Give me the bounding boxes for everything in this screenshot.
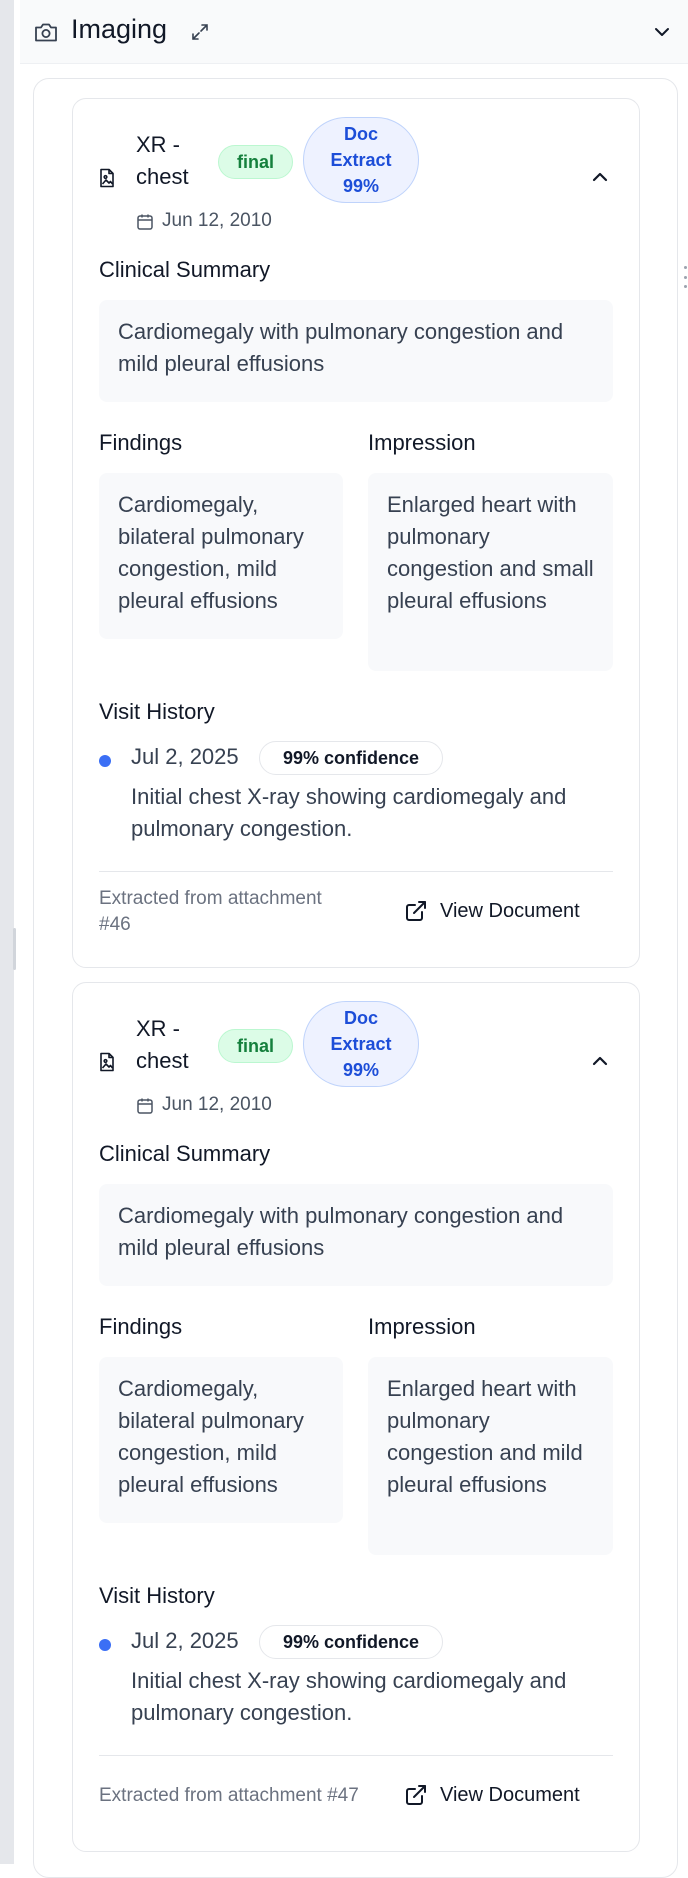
section-title: Imaging	[71, 14, 168, 44]
section-header[interactable]: Imaging	[20, 0, 688, 64]
impression-text: Enlarged heart with pulmonary congestion…	[368, 1357, 613, 1555]
source-badge-line: Extract	[330, 150, 392, 170]
report-title: XR -	[136, 1016, 180, 1041]
visit-history-label: Visit History	[99, 1583, 215, 1608]
left-panel-rail	[0, 0, 16, 1864]
expand-icon[interactable]	[190, 22, 210, 42]
findings-label: Findings	[99, 1314, 183, 1339]
source-badge-line: Extract	[330, 1034, 392, 1054]
impression-label: Impression	[368, 430, 476, 455]
divider	[99, 1755, 613, 1756]
source-badge-line: Doc	[343, 1008, 378, 1028]
chevron-up-icon[interactable]	[589, 1050, 611, 1072]
clinical-summary-label: Clinical Summary	[99, 257, 271, 282]
clinical-summary-text: Cardiomegaly with pulmonary congestion a…	[99, 1184, 613, 1286]
clinical-summary-label: Clinical Summary	[99, 1141, 271, 1166]
findings-label: Findings	[99, 430, 183, 455]
impression-text: Enlarged heart with pulmonary congestion…	[368, 473, 613, 671]
report-date: Jun 12, 2010	[162, 1094, 272, 1115]
timeline-dot	[99, 1639, 111, 1651]
more-options-icon[interactable]	[684, 266, 688, 288]
source-badge: Doc Extract 99%	[303, 117, 419, 203]
calendar-icon	[137, 214, 153, 230]
visit-date: Jul 2, 2025	[131, 1628, 239, 1653]
report-title: XR -	[136, 132, 180, 157]
chevron-down-icon[interactable]	[652, 22, 672, 42]
source-badge: Doc Extract 99%	[303, 1001, 419, 1087]
document-image-icon	[100, 1052, 114, 1072]
report-title-line2: chest	[136, 1048, 189, 1073]
source-badge-confidence: 99%	[342, 176, 380, 196]
calendar-icon	[137, 1098, 153, 1114]
visit-description: Initial chest X-ray showing cardiomegaly…	[131, 1668, 567, 1725]
imaging-report-card: XR - chest final Doc Extract 99% Jun 12,…	[72, 982, 640, 1852]
view-document-label: View Document	[440, 899, 580, 922]
findings-text: Cardiomegaly, bilateral pulmonary conges…	[99, 473, 343, 639]
view-document-button[interactable]: View Document	[404, 899, 580, 923]
source-badge-confidence: 99%	[342, 1060, 380, 1080]
clinical-summary-text: Cardiomegaly with pulmonary congestion a…	[99, 300, 613, 402]
resize-handle[interactable]	[13, 928, 16, 970]
report-title-line2: chest	[136, 164, 189, 189]
confidence-badge: 99% confidence	[259, 741, 443, 775]
extracted-source-text: Extracted from attachment #46	[99, 888, 322, 935]
report-date: Jun 12, 2010	[162, 210, 272, 231]
extracted-source-text: Extracted from attachment #47	[99, 1785, 359, 1806]
divider	[99, 871, 613, 872]
status-badge: final	[218, 145, 293, 179]
timeline-dot	[99, 755, 111, 767]
visit-history-label: Visit History	[99, 699, 215, 724]
visit-description: Initial chest X-ray showing cardiomegaly…	[131, 784, 567, 841]
status-badge: final	[218, 1029, 293, 1063]
view-document-label: View Document	[440, 1783, 580, 1806]
impression-label: Impression	[368, 1314, 476, 1339]
view-document-button[interactable]: View Document	[404, 1783, 580, 1807]
visit-date: Jul 2, 2025	[131, 744, 239, 769]
camera-icon	[35, 23, 57, 42]
imaging-report-card: XR - chest final Doc Extract 99% Jun 12,…	[72, 98, 640, 968]
chevron-up-icon[interactable]	[589, 166, 611, 188]
confidence-badge: 99% confidence	[259, 1625, 443, 1659]
source-badge-line: Doc	[343, 124, 378, 144]
external-link-icon	[406, 901, 426, 921]
document-image-icon	[100, 168, 114, 188]
findings-text: Cardiomegaly, bilateral pulmonary conges…	[99, 1357, 343, 1523]
external-link-icon	[406, 1785, 426, 1805]
